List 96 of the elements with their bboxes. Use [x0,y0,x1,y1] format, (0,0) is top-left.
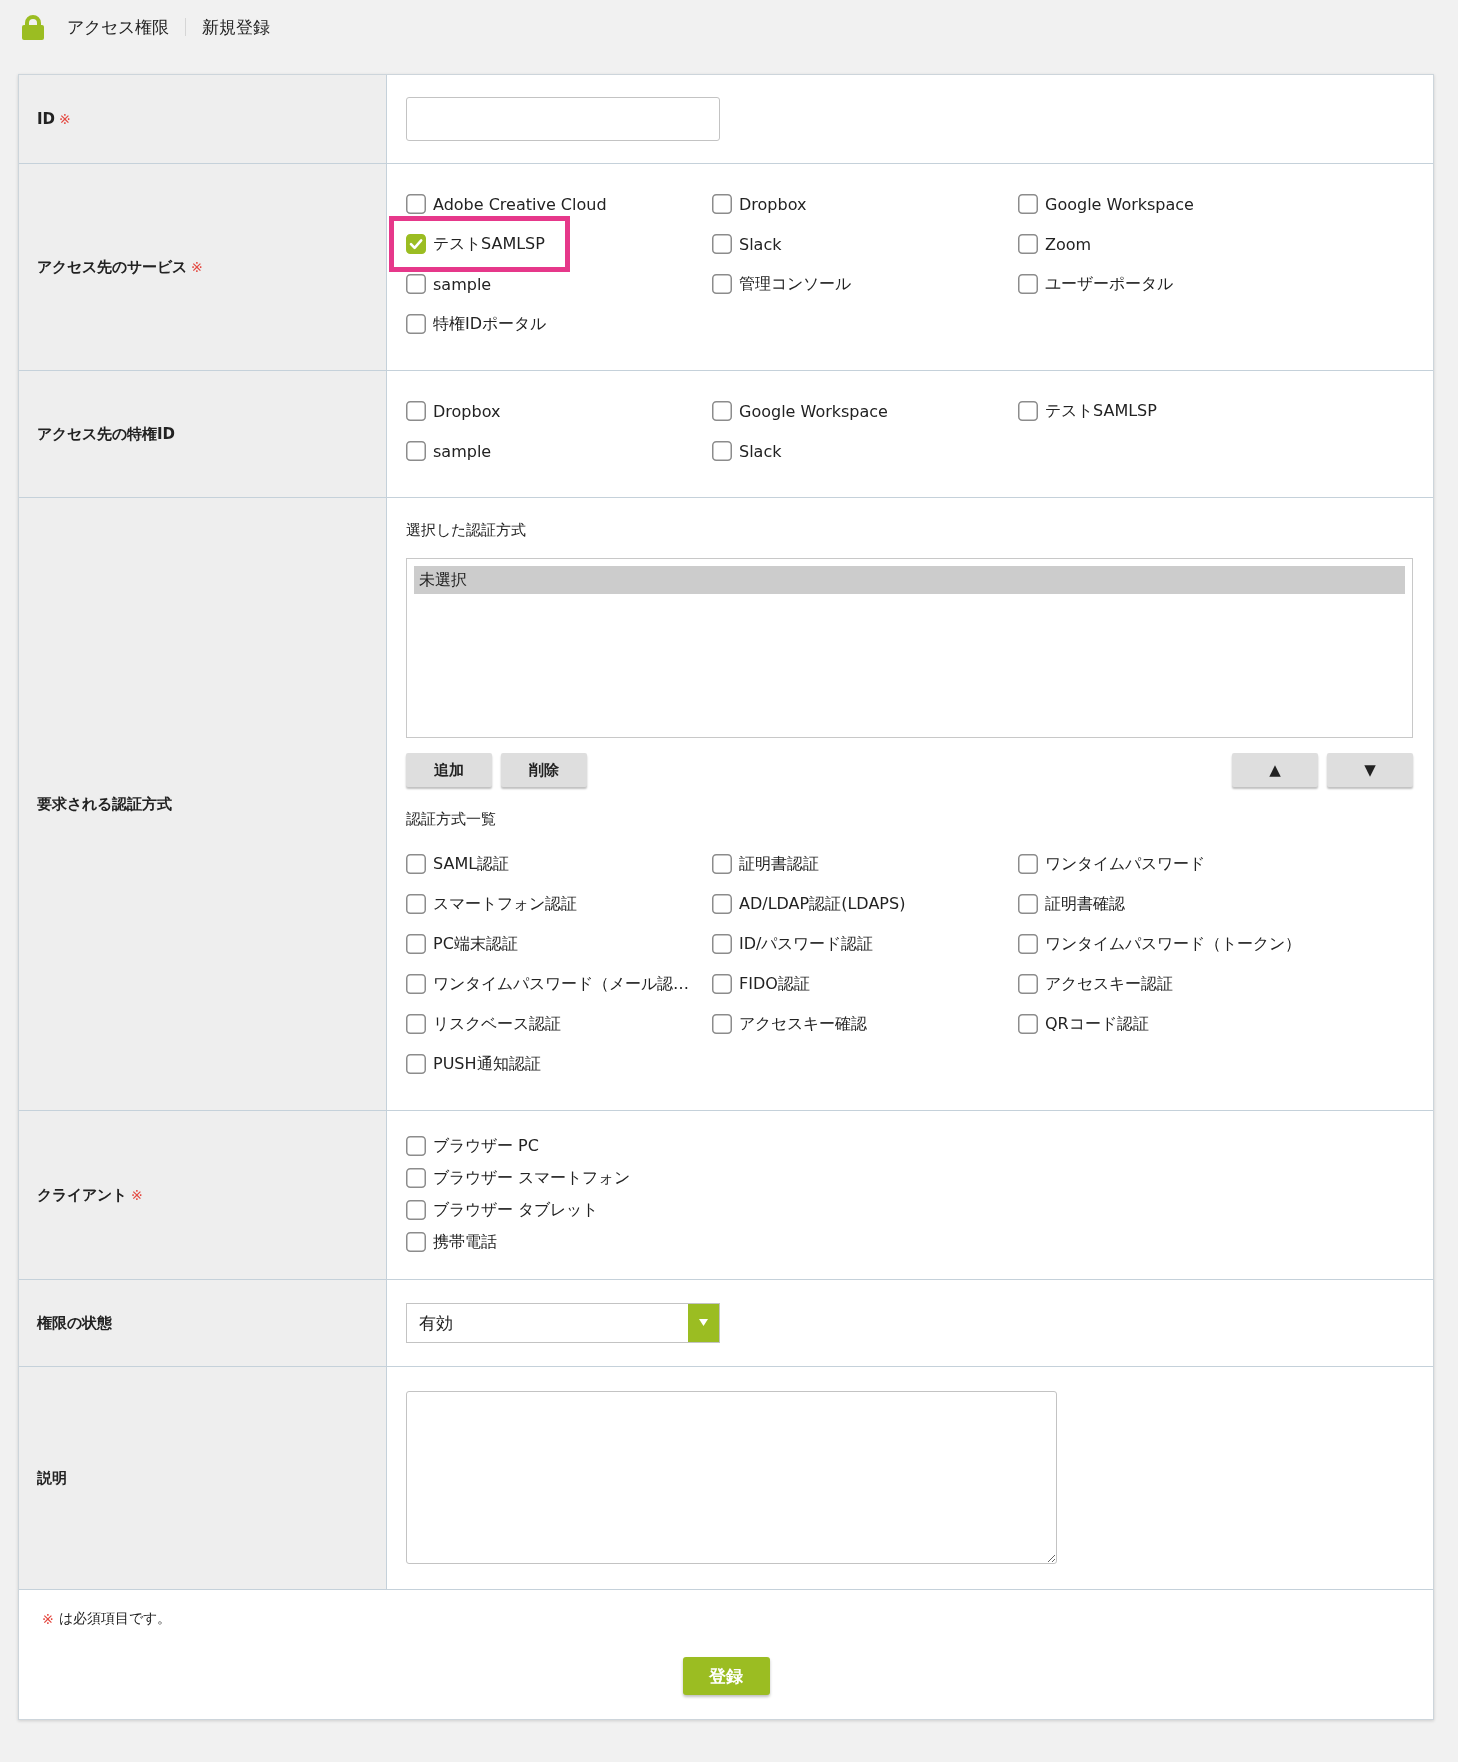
field-label: 説明 [37,1468,67,1488]
required-mark: ※ [191,259,203,275]
checkbox-label[interactable]: Google Workspace [1045,194,1194,214]
checkbox-label[interactable]: Zoom [1045,234,1092,254]
required-mark: ※ [59,111,71,127]
checkbox[interactable] [406,1232,426,1252]
checkbox[interactable] [1018,854,1038,874]
required-mark: ※ [131,1187,143,1203]
lock-icon [22,14,44,40]
checkbox-label[interactable]: Google Workspace [739,401,888,421]
required-note: は必須項目です。 [58,1610,171,1628]
checkbox-label[interactable]: テストSAMLSP [433,233,545,255]
checkbox[interactable] [406,1136,426,1156]
checkbox-label[interactable]: ワンタイムパスワード [1045,853,1205,875]
page-title: アクセス権限 [67,15,169,39]
checkbox[interactable] [712,1014,732,1034]
checkbox[interactable] [406,974,426,994]
checkbox[interactable] [1018,234,1038,254]
checkbox[interactable] [1018,894,1038,914]
checkbox[interactable] [406,1168,426,1188]
checkbox[interactable] [406,934,426,954]
checkbox-label[interactable]: アクセスキー確認 [739,1013,867,1035]
checkbox-label[interactable]: AD/LDAP認証(LDAPS) [739,893,906,915]
checkbox-label[interactable]: ワンタイムパスワード（メール認… [433,973,689,995]
checkbox-label[interactable]: PC端末認証 [433,933,518,955]
checkbox-label[interactable]: スマートフォン認証 [433,893,577,915]
checkbox-label[interactable]: テストSAMLSP [1045,400,1157,422]
checkbox[interactable] [712,234,732,254]
list-item[interactable]: 未選択 [414,566,1405,594]
checkbox-label[interactable]: ワンタイムパスワード（トークン） [1045,933,1301,955]
checkbox[interactable] [1018,1014,1038,1034]
checkbox-label[interactable]: Dropbox [739,194,807,214]
checkbox[interactable] [406,274,426,294]
checkbox[interactable] [406,234,426,254]
description-field[interactable] [406,1391,1057,1564]
checkbox[interactable] [406,401,426,421]
checkbox-label[interactable]: 携帯電話 [433,1231,497,1253]
checkbox-label[interactable]: アクセスキー認証 [1045,973,1173,995]
checkbox[interactable] [712,974,732,994]
field-label: アクセス先のサービス [37,257,187,277]
checkbox-label[interactable]: PUSH通知認証 [433,1053,541,1075]
checkbox[interactable] [406,1014,426,1034]
checkbox[interactable] [1018,934,1038,954]
checkbox-label[interactable]: ユーザーポータル [1045,273,1173,295]
move-up-button[interactable]: ▲ [1232,753,1318,787]
field-label: 権限の状態 [37,1313,112,1333]
move-down-button[interactable]: ▼ [1327,753,1413,787]
checkbox-label[interactable]: ブラウザー スマートフォン [433,1167,631,1189]
section-heading: 認証方式一覧 [406,809,497,829]
selected-methods-list[interactable]: 未選択 [406,558,1413,738]
checkbox[interactable] [1018,274,1038,294]
checkbox[interactable] [1018,194,1038,214]
checkbox-label[interactable]: Adobe Creative Cloud [433,194,607,214]
checkbox[interactable] [1018,974,1038,994]
checkbox[interactable] [712,934,732,954]
checkbox-label[interactable]: QRコード認証 [1045,1013,1149,1035]
checkbox[interactable] [406,441,426,461]
checkbox-label[interactable]: ID/パスワード認証 [739,933,874,955]
checkbox-label[interactable]: Dropbox [433,401,501,421]
checkbox[interactable] [406,854,426,874]
checkbox[interactable] [712,401,732,421]
checkbox[interactable] [1018,401,1038,421]
field-label: クライアント [37,1185,127,1205]
checkbox[interactable] [406,1200,426,1220]
checkbox-label[interactable]: FIDO認証 [739,973,810,995]
page-subtitle: 新規登録 [202,15,270,39]
checkbox[interactable] [712,194,732,214]
checkbox-label[interactable]: Slack [739,441,782,461]
checkbox-label[interactable]: 証明書認証 [739,853,819,875]
add-button[interactable]: 追加 [406,753,492,787]
field-label: アクセス先の特権ID [37,424,176,444]
checkbox[interactable] [712,854,732,874]
checkbox-label[interactable]: 管理コンソール [739,273,851,295]
checkbox[interactable] [406,1054,426,1074]
status-dropdown[interactable]: 有効 [406,1303,720,1343]
checkbox[interactable] [406,194,426,214]
checkbox-label[interactable]: ブラウザー タブレット [433,1199,599,1221]
checkbox-label[interactable]: SAML認証 [433,853,510,875]
checkbox[interactable] [406,314,426,334]
checkbox-label[interactable]: Slack [739,234,782,254]
checkbox[interactable] [712,894,732,914]
checkbox-label[interactable]: リスクベース認証 [433,1013,561,1035]
checkbox[interactable] [712,274,732,294]
section-heading: 選択した認証方式 [406,520,527,540]
required-mark: ※ [42,1611,54,1627]
checkbox-label[interactable]: 証明書確認 [1045,893,1125,915]
checkbox-label[interactable]: ブラウザー PC [433,1135,539,1157]
checkbox-label[interactable]: sample [433,441,492,461]
id-field[interactable] [406,97,720,141]
field-label: 要求される認証方式 [37,794,172,814]
remove-button[interactable]: 削除 [501,753,587,787]
field-label: ID [37,110,56,128]
checkbox[interactable] [406,894,426,914]
checkbox-label[interactable]: sample [433,274,492,294]
checkbox-label[interactable]: 特権IDポータル [433,313,547,335]
checkbox[interactable] [712,441,732,461]
